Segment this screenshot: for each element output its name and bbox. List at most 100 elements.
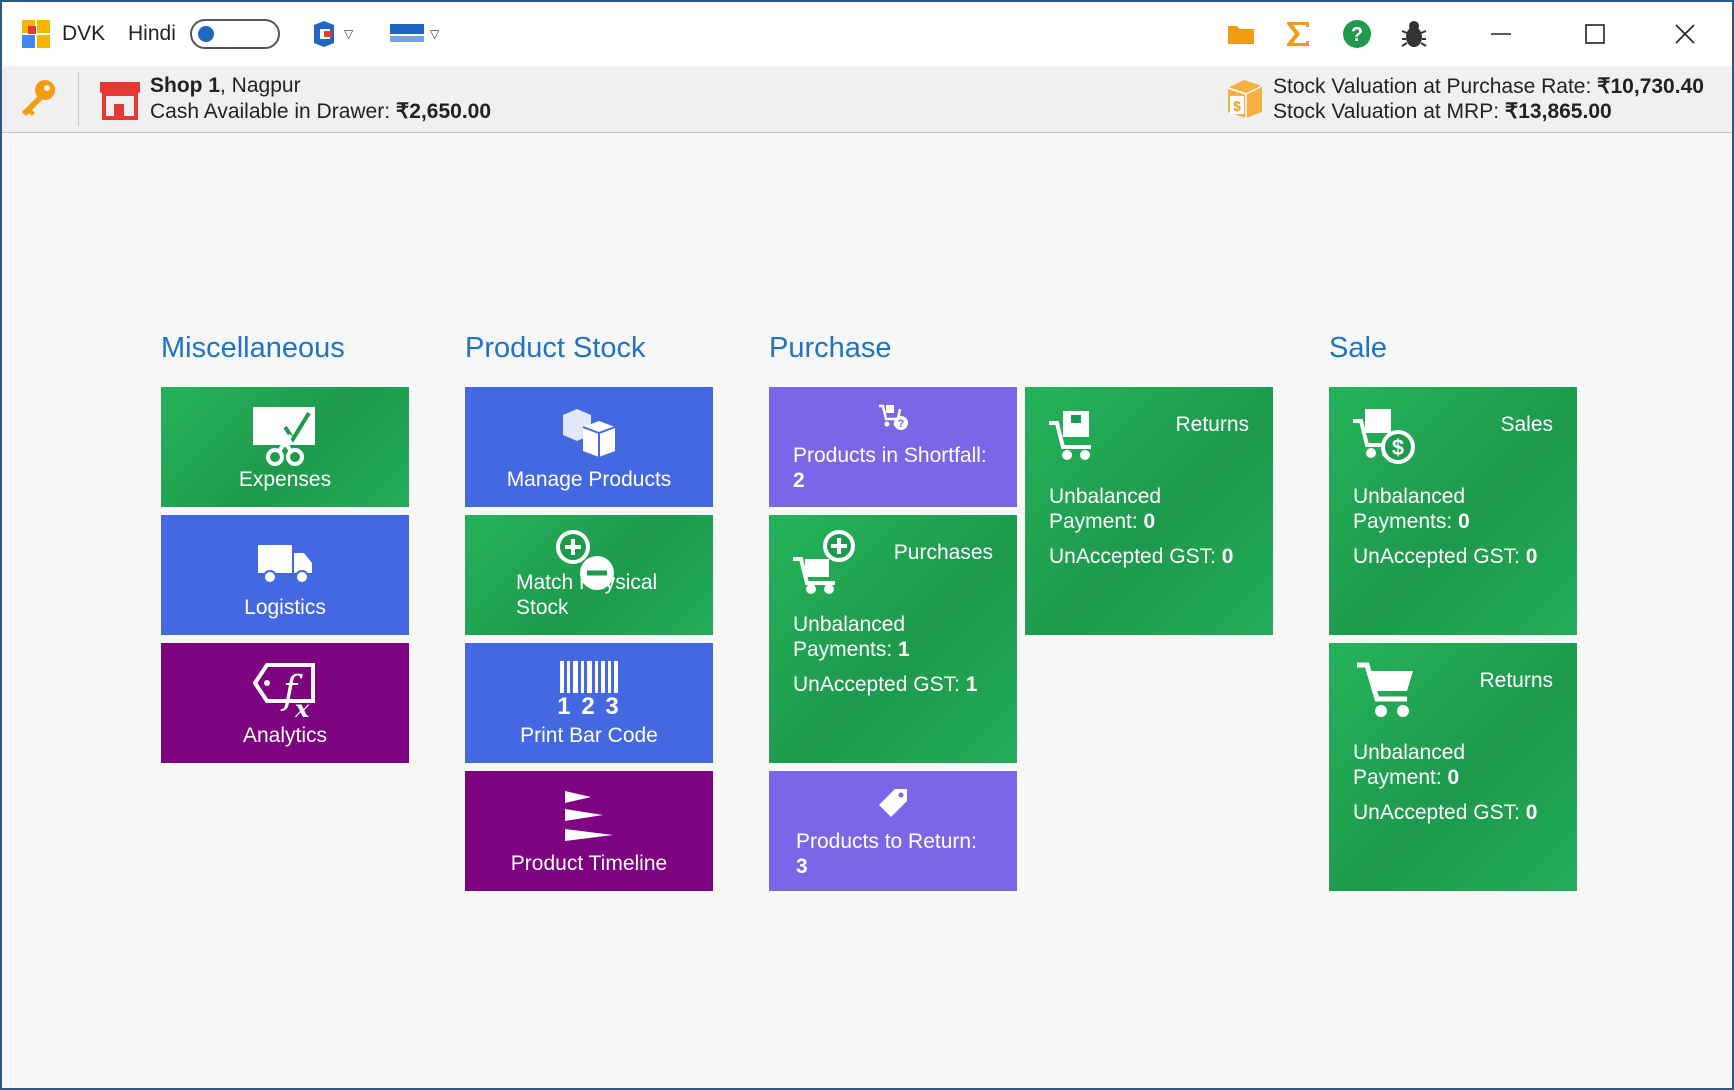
sales-gst-label: UnAccepted GST: [1353, 545, 1526, 568]
plus-minus-icon [555, 529, 625, 600]
app-name: DVK [62, 22, 106, 45]
purchase-returns-unbalanced-label: Payment: [1049, 510, 1144, 533]
products-to-return-tile[interactable]: Products to Return: 3 [769, 771, 1017, 891]
theme-dropdown[interactable]: ▽ [390, 2, 439, 66]
print-bar-code-tile[interactable]: 1 2 3 Print Bar Code [465, 643, 713, 763]
purchase-returns-gst-label: UnAccepted GST: [1049, 545, 1222, 568]
purchases-unbalanced-label: Payments: [793, 638, 899, 661]
cart-add-icon [791, 529, 857, 600]
app-logo-icon [20, 2, 52, 66]
purchases-heading: Purchases [893, 541, 993, 564]
logistics-tile[interactable]: Logistics [161, 515, 409, 635]
help-icon[interactable]: ? [1342, 2, 1372, 66]
product-timeline-tile[interactable]: Product Timeline [465, 771, 713, 891]
return-label: Products to Return: [796, 830, 977, 853]
return-value: 3 [796, 855, 808, 878]
print-bar-code-label: Print Bar Code [520, 724, 658, 747]
purchases-gst-label: UnAccepted GST: [793, 673, 966, 696]
sales-unbalanced-value: 0 [1458, 510, 1470, 533]
cart-dollar-icon: $ [1351, 405, 1417, 472]
analytics-label: Analytics [242, 724, 328, 747]
shop-icon [98, 78, 142, 125]
stock-purchase-label: Stock Valuation at Purchase Rate: [1273, 75, 1598, 98]
purchases-unbalanced-line1: Unbalanced [793, 613, 906, 636]
shortfall-value: 2 [793, 469, 805, 492]
calendar-icon [314, 21, 334, 47]
language-label: Hindi [128, 22, 176, 45]
svg-text:x: x [294, 694, 310, 721]
divider [78, 72, 79, 126]
svg-text:?: ? [898, 418, 905, 430]
bug-report-icon[interactable] [1400, 2, 1428, 66]
analytics-formula-icon: f x [252, 661, 317, 726]
cart-question-icon: ? [878, 403, 910, 438]
app-window: DVK Hindi ▽ ▽ ? Shop 1, Nagpur Cash Avai… [0, 0, 1734, 1090]
svg-text:$: $ [1392, 435, 1404, 460]
product-timeline-label: Product Timeline [510, 852, 668, 875]
sales-unbalanced-line1: Unbalanced [1353, 485, 1466, 508]
language-toggle[interactable] [190, 2, 280, 66]
cash-value: ₹2,650.00 [395, 100, 492, 123]
expenses-tile[interactable]: Expenses [161, 387, 409, 507]
section-title-sale: Sale [1329, 332, 1388, 364]
sale-returns-gst-label: UnAccepted GST: [1353, 801, 1526, 824]
close-button[interactable] [1638, 2, 1732, 66]
expenses-label: Expenses [238, 468, 332, 491]
svg-text:?: ? [1351, 24, 1363, 46]
manage-products-tile[interactable]: Manage Products [465, 387, 713, 507]
sales-unbalanced-label: Payments: [1353, 510, 1459, 533]
sales-tile[interactable]: $ Sales Unbalanced Payments: 0 UnAccepte… [1329, 387, 1577, 635]
cart-icon [1355, 661, 1417, 724]
chevron-down-icon: ▽ [344, 27, 354, 41]
sale-returns-unbalanced-line1: Unbalanced [1353, 741, 1466, 764]
purchases-unbalanced-value: 1 [898, 638, 910, 661]
sales-gst-value: 0 [1525, 545, 1538, 568]
barcode-digits: 1 2 3 [557, 693, 621, 720]
shortfall-label: Products in Shortfall: [793, 444, 987, 467]
info-bar: Shop 1, Nagpur Cash Available in Drawer:… [2, 66, 1732, 133]
minimize-button[interactable] [1454, 2, 1548, 66]
logistics-label: Logistics [244, 596, 326, 619]
sale-returns-gst-value: 0 [1525, 801, 1538, 824]
sale-returns-unbalanced-label: Payment: [1353, 766, 1448, 789]
sales-heading: Sales [1500, 413, 1553, 436]
shop-name: Shop 1 [150, 74, 221, 97]
calendar-dropdown[interactable]: ▽ [310, 2, 353, 66]
purchase-returns-tile[interactable]: Returns Unbalanced Payment: 0 UnAccepted… [1025, 387, 1273, 635]
shop-city: , Nagpur [220, 74, 301, 97]
svg-text:$: $ [1233, 98, 1241, 114]
stock-mrp-value: ₹13,865.00 [1504, 100, 1612, 123]
section-title-product-stock: Product Stock [465, 332, 646, 364]
sale-returns-unbalanced-value: 0 [1447, 766, 1460, 789]
stock-mrp-label: Stock Valuation at MRP: [1273, 100, 1505, 123]
key-icon[interactable] [18, 78, 58, 123]
stock-purchase-value: ₹10,730.40 [1597, 75, 1704, 98]
cart-box-icon [1047, 407, 1101, 466]
purchase-returns-unbalanced-value: 0 [1143, 510, 1156, 533]
purchase-returns-unbalanced-line1: Unbalanced [1049, 485, 1162, 508]
purchase-returns-gst-value: 0 [1221, 545, 1234, 568]
chevron-down-icon: ▽ [430, 27, 440, 41]
title-bar: DVK Hindi ▽ ▽ ? [2, 2, 1732, 66]
section-title-miscellaneous: Miscellaneous [161, 332, 345, 364]
sale-returns-tile[interactable]: Returns Unbalanced Payment: 0 UnAccepted… [1329, 643, 1577, 891]
sigma-icon[interactable] [1285, 2, 1311, 66]
sale-returns-heading: Returns [1479, 669, 1553, 692]
section-title-purchase: Purchase [769, 332, 892, 364]
products-in-shortfall-tile[interactable]: ? Products in Shortfall: 2 [769, 387, 1017, 507]
tag-icon [877, 787, 909, 824]
purchases-gst-value: 1 [965, 673, 978, 696]
stock-box-icon: $ [1224, 76, 1266, 125]
expenses-icon [251, 405, 317, 472]
timeline-icon [563, 789, 615, 852]
manage-products-label: Manage Products [506, 468, 672, 491]
cash-label: Cash Available in Drawer: [150, 100, 396, 123]
theme-icon [390, 24, 424, 42]
truck-icon [256, 543, 314, 590]
purchases-tile[interactable]: Purchases Unbalanced Payments: 1 UnAccep… [769, 515, 1017, 763]
maximize-button[interactable] [1548, 2, 1642, 66]
analytics-tile[interactable]: f x Analytics [161, 643, 409, 763]
purchase-returns-heading: Returns [1175, 413, 1249, 436]
match-physical-stock-tile[interactable]: Match Physical Stock [465, 515, 713, 635]
folder-icon[interactable] [1227, 2, 1255, 66]
